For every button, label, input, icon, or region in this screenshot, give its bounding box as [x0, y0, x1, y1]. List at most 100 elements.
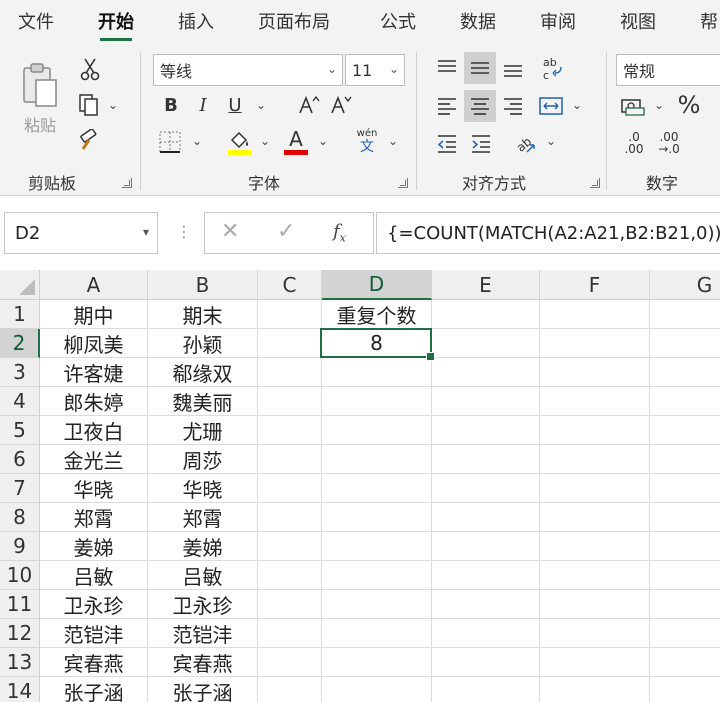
- cell-c3[interactable]: [258, 358, 322, 387]
- align-center-button[interactable]: [464, 90, 496, 122]
- tab-insert[interactable]: 插入: [178, 8, 214, 34]
- cell-e7[interactable]: [432, 474, 540, 503]
- cell-d13[interactable]: [322, 648, 432, 677]
- cell-c9[interactable]: [258, 532, 322, 561]
- cell-c2[interactable]: [258, 329, 322, 358]
- cell-f4[interactable]: [540, 387, 650, 416]
- cell-e14[interactable]: [432, 677, 540, 702]
- row-header[interactable]: 14: [0, 677, 40, 702]
- cell-a3[interactable]: 许客婕: [40, 358, 148, 387]
- bold-button[interactable]: B: [158, 92, 184, 118]
- decrease-font-button[interactable]: [330, 92, 352, 118]
- column-header-d[interactable]: D: [322, 270, 432, 300]
- accounting-dropdown-icon[interactable]: ⌄: [654, 98, 664, 112]
- align-top-button[interactable]: [432, 52, 462, 84]
- increase-indent-button[interactable]: [466, 128, 496, 160]
- cell-a8[interactable]: 郑霄: [40, 503, 148, 532]
- copy-button[interactable]: [76, 92, 102, 118]
- cell-b3[interactable]: 郗缘双: [148, 358, 258, 387]
- cell-b14[interactable]: 张子涵: [148, 677, 258, 702]
- cell-a6[interactable]: 金光兰: [40, 445, 148, 474]
- cell-e1[interactable]: [432, 300, 540, 329]
- row-header[interactable]: 5: [0, 416, 40, 445]
- cell-d1[interactable]: 重复个数: [322, 300, 432, 329]
- cell-c8[interactable]: [258, 503, 322, 532]
- cell-b8[interactable]: 郑霄: [148, 503, 258, 532]
- cell-e2[interactable]: [432, 329, 540, 358]
- cell-b2[interactable]: 孙颖: [148, 329, 258, 358]
- cell-d6[interactable]: [322, 445, 432, 474]
- cell-a14[interactable]: 张子涵: [40, 677, 148, 702]
- orientation-button[interactable]: ab: [510, 128, 540, 160]
- cell-b13[interactable]: 宾春燕: [148, 648, 258, 677]
- cut-button[interactable]: [78, 56, 102, 82]
- cell-e13[interactable]: [432, 648, 540, 677]
- tab-file[interactable]: 文件: [18, 8, 54, 34]
- cell-b9[interactable]: 姜娣: [148, 532, 258, 561]
- cell-f13[interactable]: [540, 648, 650, 677]
- column-header-g[interactable]: G: [650, 270, 720, 300]
- fill-color-button[interactable]: [226, 126, 254, 158]
- cell-g13[interactable]: [650, 648, 720, 677]
- name-box[interactable]: D2 ▾: [4, 212, 158, 254]
- underline-dropdown-icon[interactable]: ⌄: [256, 98, 266, 112]
- row-header[interactable]: 4: [0, 387, 40, 416]
- cell-c4[interactable]: [258, 387, 322, 416]
- cell-g14[interactable]: [650, 677, 720, 702]
- clipboard-launcher-icon[interactable]: [122, 178, 132, 188]
- row-header[interactable]: 7: [0, 474, 40, 503]
- active-cell-border[interactable]: [320, 328, 435, 361]
- cell-d14[interactable]: [322, 677, 432, 702]
- enter-icon[interactable]: ✓: [277, 219, 295, 244]
- row-header[interactable]: 9: [0, 532, 40, 561]
- cell-a4[interactable]: 郎朱婷: [40, 387, 148, 416]
- tab-page-layout[interactable]: 页面布局: [258, 8, 330, 34]
- increase-decimal-button[interactable]: .0 .00: [620, 128, 648, 158]
- cell-a2[interactable]: 柳凤美: [40, 329, 148, 358]
- format-painter-button[interactable]: [76, 128, 102, 154]
- cell-e3[interactable]: [432, 358, 540, 387]
- cell-e6[interactable]: [432, 445, 540, 474]
- cell-g6[interactable]: [650, 445, 720, 474]
- cell-a12[interactable]: 范铠沣: [40, 619, 148, 648]
- borders-button[interactable]: [156, 128, 184, 156]
- cell-f12[interactable]: [540, 619, 650, 648]
- insert-function-icon[interactable]: fx: [333, 221, 346, 245]
- cell-e11[interactable]: [432, 590, 540, 619]
- row-header[interactable]: 1: [0, 300, 40, 329]
- cell-e9[interactable]: [432, 532, 540, 561]
- font-color-dropdown-icon[interactable]: ⌄: [318, 134, 328, 148]
- cell-c6[interactable]: [258, 445, 322, 474]
- cell-d12[interactable]: [322, 619, 432, 648]
- cell-b11[interactable]: 卫永珍: [148, 590, 258, 619]
- cell-e12[interactable]: [432, 619, 540, 648]
- align-bottom-button[interactable]: [498, 52, 528, 84]
- select-all-corner[interactable]: [0, 270, 40, 300]
- column-header-b[interactable]: B: [148, 270, 258, 300]
- tab-view[interactable]: 视图: [620, 8, 656, 34]
- cell-f11[interactable]: [540, 590, 650, 619]
- font-launcher-icon[interactable]: [398, 178, 408, 188]
- tab-formulas[interactable]: 公式: [380, 8, 416, 34]
- font-name-select[interactable]: 等线 ⌄: [153, 54, 343, 86]
- align-middle-button[interactable]: [464, 52, 496, 84]
- cell-g12[interactable]: [650, 619, 720, 648]
- cell-g11[interactable]: [650, 590, 720, 619]
- column-header-c[interactable]: C: [258, 270, 322, 300]
- cell-f8[interactable]: [540, 503, 650, 532]
- cell-f9[interactable]: [540, 532, 650, 561]
- number-format-select[interactable]: 常规: [616, 54, 720, 86]
- cell-c12[interactable]: [258, 619, 322, 648]
- cell-g7[interactable]: [650, 474, 720, 503]
- italic-button[interactable]: I: [190, 92, 216, 118]
- row-header[interactable]: 6: [0, 445, 40, 474]
- decrease-decimal-button[interactable]: .00 →.0: [654, 128, 684, 158]
- cell-e10[interactable]: [432, 561, 540, 590]
- row-header[interactable]: 12: [0, 619, 40, 648]
- cell-g4[interactable]: [650, 387, 720, 416]
- cell-a1[interactable]: 期中: [40, 300, 148, 329]
- cell-b7[interactable]: 华晓: [148, 474, 258, 503]
- row-header[interactable]: 8: [0, 503, 40, 532]
- align-left-button[interactable]: [432, 90, 462, 122]
- cell-e5[interactable]: [432, 416, 540, 445]
